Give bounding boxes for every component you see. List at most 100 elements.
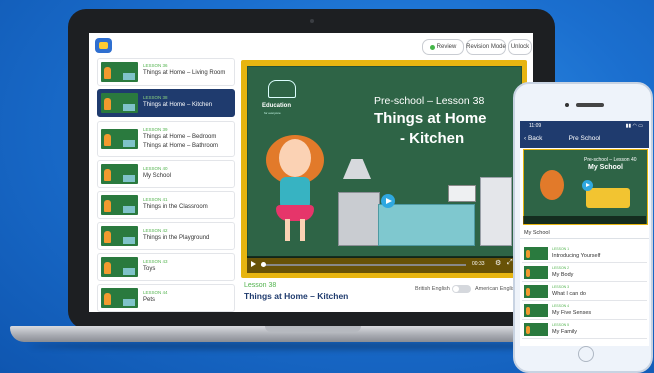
current-lesson-number: Lesson 38 xyxy=(244,282,277,289)
signal-battery-icon: ▮▮ ◠ ▭ xyxy=(625,123,643,129)
play-icon[interactable] xyxy=(582,180,593,191)
phone-nav-bar: ‹ Back Pre School xyxy=(520,131,649,148)
girl-skirt xyxy=(276,205,314,221)
lesson-number: LESSON 40 xyxy=(143,166,168,171)
lesson-item-active[interactable]: LESSON 38 Things at Home – Kitchen xyxy=(97,89,235,117)
phone-nav-title: Pre School xyxy=(568,135,601,142)
video-title-line1: Things at Home xyxy=(374,110,487,127)
laptop-screen: Review Revision Mode Unlock LESSON 36 Th… xyxy=(89,33,533,312)
lesson-title: My Five Senses xyxy=(552,310,592,316)
lesson-thumbnail xyxy=(101,226,138,246)
lesson-title: My School xyxy=(143,173,172,179)
range-hood-illustration xyxy=(343,159,371,179)
lesson-number: LESSON 2 xyxy=(552,266,570,270)
lesson-number: LESSON 38 xyxy=(143,95,168,100)
review-label: Review xyxy=(436,44,457,50)
lesson-thumbnail xyxy=(524,323,548,336)
language-option-american: American English xyxy=(475,286,518,292)
phone-screen: 11:09 ▮▮ ◠ ▭ ‹ Back Pre School Pre-schoo… xyxy=(520,121,649,346)
lesson-number: LESSON 36 xyxy=(143,63,168,68)
girl-leg xyxy=(300,219,305,241)
app-logo-icon xyxy=(95,38,112,53)
brand-tagline: for everyone xyxy=(264,111,281,115)
status-time: 11:09 xyxy=(529,123,542,129)
stove-illustration xyxy=(338,192,380,246)
current-lesson-title: Things at Home – Kitchen xyxy=(244,291,349,301)
lesson-title: Things in the Playground xyxy=(143,235,210,241)
lesson-title: Things at Home – Bedroom xyxy=(143,134,217,140)
lesson-item[interactable]: LESSON 43 Toys xyxy=(97,253,235,281)
seek-handle[interactable] xyxy=(261,262,266,267)
lesson-item[interactable]: LESSON 44 Pets xyxy=(97,284,235,312)
phone-lesson-item[interactable]: LESSON 4 My Five Senses xyxy=(522,302,647,320)
unlock-button[interactable]: Unlock xyxy=(508,39,532,55)
lesson-thumbnail xyxy=(524,266,548,279)
phone-video-player[interactable]: Pre-school – Lesson 40 My School xyxy=(523,149,648,225)
phone-video-controls[interactable] xyxy=(523,216,646,224)
status-bar: 11:09 ▮▮ ◠ ▭ xyxy=(520,121,649,131)
play-control-icon[interactable] xyxy=(251,261,256,267)
phone-speaker xyxy=(576,103,604,107)
lesson-item[interactable]: LESSON 36 Things at Home – Living Room xyxy=(97,58,235,86)
settings-gear-icon[interactable]: ⚙ xyxy=(495,259,501,267)
phone-lesson-item[interactable]: LESSON 1 Introducing Yourself xyxy=(522,245,647,263)
lesson-item[interactable]: LESSON 40 My School xyxy=(97,160,235,188)
lesson-number: LESSON 4 xyxy=(552,304,570,308)
lesson-number: LESSON 43 xyxy=(143,259,168,264)
seek-bar[interactable] xyxy=(261,264,466,266)
lesson-thumbnail xyxy=(101,195,138,215)
phone-lesson-item[interactable]: LESSON 2 My Body xyxy=(522,264,647,282)
divider xyxy=(520,238,649,239)
fridge-illustration xyxy=(480,177,512,246)
phone-device: 11:09 ▮▮ ◠ ▭ ‹ Back Pre School Pre-schoo… xyxy=(513,82,653,373)
home-button[interactable] xyxy=(578,346,594,362)
video-player[interactable]: Education for everyone Pre-school – Less… xyxy=(247,66,522,258)
fullscreen-icon[interactable]: ⤢ xyxy=(507,259,513,267)
video-title-line2: - Kitchen xyxy=(400,130,465,147)
lesson-number: LESSON 1 xyxy=(552,247,570,251)
phone-video-title: My School xyxy=(588,164,624,171)
phone-section-title: My School xyxy=(524,230,550,236)
language-toggle[interactable] xyxy=(452,285,471,293)
lesson-number: LESSON 39 xyxy=(143,127,168,132)
lesson-number: LESSON 42 xyxy=(143,228,168,233)
revision-mode-label: Revision Mode xyxy=(466,44,506,50)
lesson-title: Things in the Classroom xyxy=(143,204,208,210)
revision-mode-button[interactable]: Revision Mode xyxy=(466,39,506,55)
lesson-item[interactable]: LESSON 39 Things at Home – Bedroom Thing… xyxy=(97,121,235,157)
language-option-british: British English xyxy=(415,286,450,292)
phone-video-subtitle: Pre-school – Lesson 40 xyxy=(584,157,637,163)
microwave-illustration xyxy=(448,185,476,202)
lesson-thumbnail xyxy=(524,247,548,260)
video-time: 00:33 xyxy=(472,261,485,267)
front-camera-icon xyxy=(565,103,569,107)
review-button[interactable]: Review xyxy=(422,39,464,55)
lesson-title: Things at Home – Kitchen xyxy=(143,102,213,108)
brand-name: Education xyxy=(262,103,292,109)
phone-lesson-item[interactable]: LESSON 3 What I can do xyxy=(522,283,647,301)
camera-icon xyxy=(310,19,314,23)
lesson-item[interactable]: LESSON 42 Things in the Playground xyxy=(97,222,235,250)
video-subtitle: Pre-school – Lesson 38 xyxy=(374,95,485,107)
lesson-thumbnail xyxy=(101,129,138,149)
play-icon[interactable] xyxy=(381,194,395,208)
lesson-item[interactable]: LESSON 41 Things in the Classroom xyxy=(97,191,235,219)
lesson-thumbnail xyxy=(101,288,138,308)
unlock-label: Unlock xyxy=(510,44,530,50)
lesson-title: My Family xyxy=(552,329,578,335)
kitchen-cabinet-illustration xyxy=(378,204,475,246)
lesson-title: Things at Home – Living Room xyxy=(143,70,226,76)
lesson-thumbnail xyxy=(101,62,138,82)
lesson-thumbnail xyxy=(524,285,548,298)
laptop-notch xyxy=(265,326,361,332)
lesson-thumbnail xyxy=(524,304,548,317)
lesson-title: Pets xyxy=(143,297,156,303)
lesson-number: LESSON 5 xyxy=(552,323,570,327)
girl-leg xyxy=(285,219,290,241)
school-bus-illustration xyxy=(586,188,630,208)
phone-lesson-item[interactable]: LESSON 5 My Family xyxy=(522,321,647,339)
lesson-thumbnail xyxy=(101,257,138,277)
lesson-thumbnail xyxy=(101,93,138,113)
lesson-title: Introducing Yourself xyxy=(552,253,601,259)
video-controls: 00:33 ⚙ ⤢ xyxy=(247,256,520,273)
